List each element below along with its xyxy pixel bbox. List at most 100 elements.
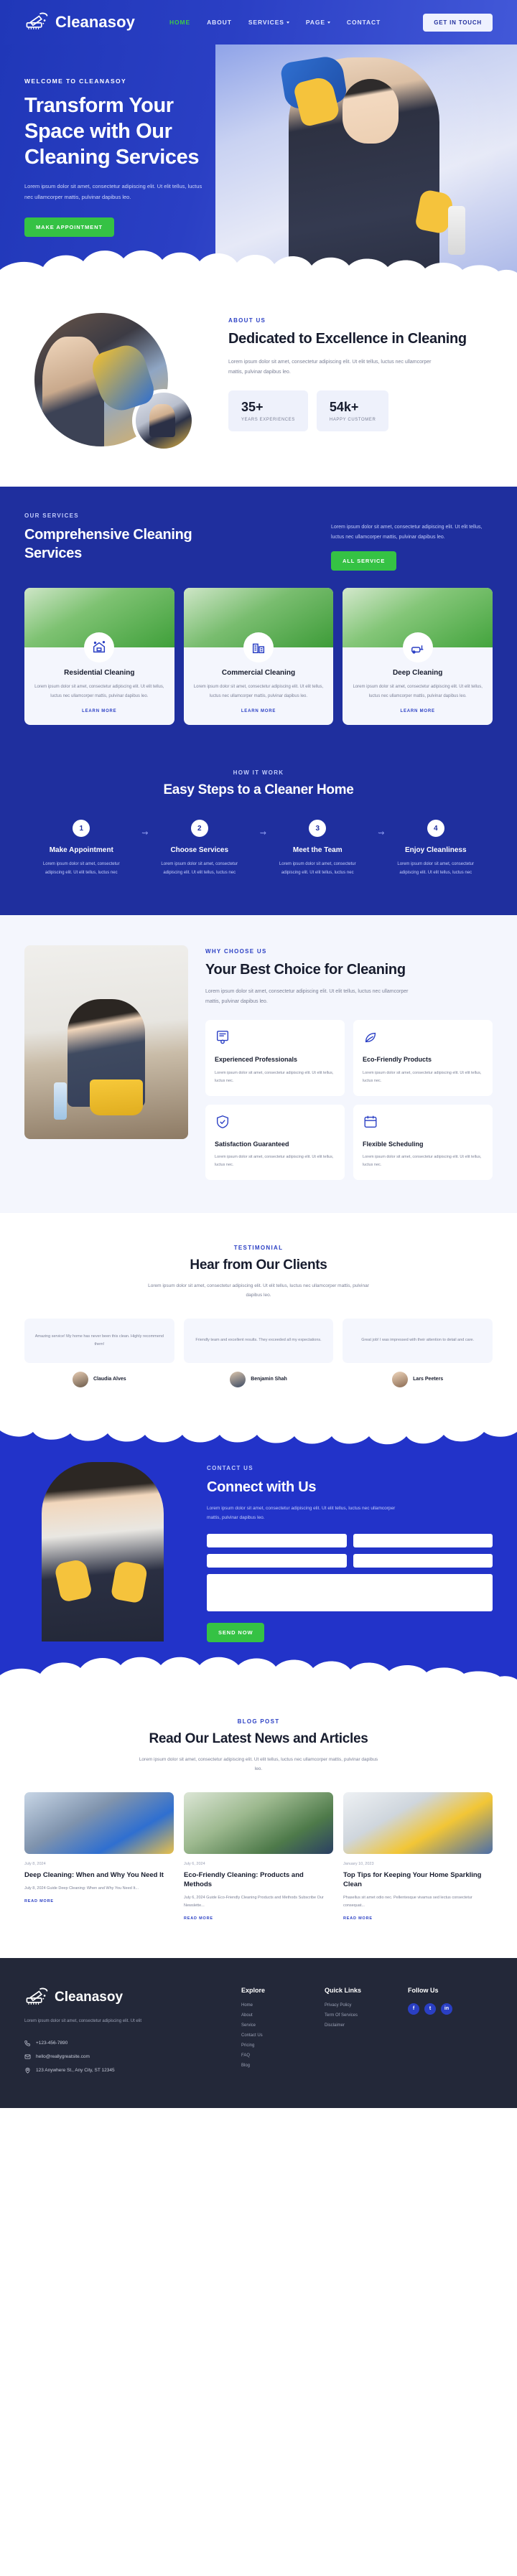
blog-post-title: Deep Cleaning: When and Why You Need It (24, 1870, 164, 1879)
nav-item-about[interactable]: ABOUT (207, 19, 232, 26)
services-title: Comprehensive Cleaning Services (24, 527, 192, 561)
testimonials-section: TESTIMONIAL Hear from Our Clients Lorem … (0, 1212, 517, 1423)
services-header: OUR SERVICES Comprehensive Cleaning Serv… (24, 512, 493, 571)
blog-post-link[interactable]: READ MORE (24, 1899, 174, 1903)
blog-post[interactable]: January 10, 2023 Top Tips for Keeping Yo… (343, 1792, 493, 1921)
footer-link-home[interactable]: Home (241, 2003, 303, 2008)
footer-email-text: hello@reallygreatsite.com (36, 2053, 90, 2059)
hero-face (343, 79, 399, 144)
contact-image (24, 1461, 188, 1641)
contact-title: Connect with Us (207, 1479, 317, 1495)
why-spray-bottle (54, 1082, 67, 1120)
about-images (24, 313, 204, 454)
linkedin-icon[interactable]: in (441, 2003, 452, 2015)
make-appointment-button[interactable]: MAKE APPOINTMENT (24, 217, 114, 237)
footer-link-pricing[interactable]: Pricing (241, 2043, 303, 2048)
stat-label: HAPPY CUSTOMER (329, 417, 376, 422)
nav-item-home[interactable]: HOME (169, 19, 190, 26)
nav-label: PAGE (305, 19, 325, 26)
footer-link-contact[interactable]: Contact Us (241, 2033, 303, 2038)
feature-card: Satisfaction Guaranteed Lorem ipsum dolo… (205, 1104, 345, 1180)
feature-card: Flexible Scheduling Lorem ipsum dolor si… (353, 1104, 493, 1180)
service-card-image (343, 588, 493, 663)
testimonial-name: Claudia Alves (93, 1377, 126, 1382)
footer-brand-name: Cleanasoy (55, 1989, 124, 2005)
brand-logo[interactable]: Cleanasoy (24, 11, 135, 33)
footer-logo[interactable]: Cleanasoy (24, 1987, 220, 2008)
footer-link-service[interactable]: Service (241, 2023, 303, 2028)
step-item: 4 Enjoy Cleanliness Lorem ipsum dolor si… (379, 820, 493, 877)
feature-text: Lorem ipsum dolor sit amet, consectetur … (363, 1154, 482, 1167)
testimonial-quote: Friendly team and excellent results. The… (183, 1318, 334, 1363)
blog-post-text: July 6, 2024 Guide Eco-Friendly Cleaning… (184, 1895, 324, 1908)
facebook-icon[interactable]: f (408, 2003, 419, 2015)
footer-email[interactable]: hello@reallygreatsite.com (24, 2053, 220, 2060)
phone-field[interactable] (207, 1553, 347, 1568)
why-bucket (90, 1079, 144, 1116)
avatar (73, 1371, 88, 1387)
subject-field[interactable] (353, 1553, 493, 1568)
testimonial-meta: Claudia Alves (24, 1371, 174, 1387)
blog-post-text: Phasellus sit amet odio nec. Pellentesqu… (343, 1895, 472, 1908)
certificate-icon (216, 1031, 229, 1044)
blog-post[interactable]: July 6, 2024 Eco-Friendly Cleaning: Prod… (184, 1792, 333, 1921)
blog-post-link[interactable]: READ MORE (343, 1916, 493, 1921)
message-field[interactable] (207, 1573, 493, 1611)
send-now-button[interactable]: SEND NOW (207, 1622, 265, 1642)
vacuum-icon (402, 632, 433, 663)
blog-post-image (24, 1792, 174, 1854)
contact-form: SEND NOW (207, 1533, 493, 1642)
stat-label: YEARS EXPERIENCES (241, 417, 295, 422)
footer-link-blog[interactable]: Blog (241, 2064, 303, 2068)
footer-link-faq[interactable]: FAQ (241, 2053, 303, 2058)
name-field[interactable] (207, 1533, 347, 1547)
testimonial-name: Lars Peeters (413, 1377, 444, 1382)
footer-link-disclaimer[interactable]: Disclaimer (325, 2023, 386, 2028)
footer-link-privacy[interactable]: Privacy Policy (325, 2003, 386, 2008)
feature-text: Lorem ipsum dolor sit amet, consectetur … (215, 1070, 334, 1083)
step-text: Lorem ipsum dolor sit amet, consectetur … (161, 862, 238, 876)
why-image (24, 945, 188, 1139)
service-card[interactable]: Deep Cleaning Lorem ipsum dolor sit amet… (343, 588, 493, 726)
get-in-touch-button[interactable]: GET IN TOUCH (423, 13, 493, 32)
blog-post[interactable]: July 8, 2024 Deep Cleaning: When and Why… (24, 1792, 174, 1921)
footer-description: Lorem ipsum dolor sit amet, consectetur … (24, 2018, 142, 2023)
phone-icon (24, 2041, 30, 2046)
step-title: Choose Services (170, 846, 229, 855)
service-card-link[interactable]: LEARN MORE (194, 709, 324, 713)
nav-item-services[interactable]: SERVICES (248, 19, 289, 26)
service-card-link[interactable]: LEARN MORE (34, 709, 164, 713)
blog-subtitle: Lorem ipsum dolor sit amet, consectetur … (139, 1756, 378, 1771)
blog-label: BLOG POST (237, 1718, 280, 1725)
brand-name: Cleanasoy (55, 13, 135, 31)
footer-phone[interactable]: +123-456-7890 (24, 2040, 220, 2046)
site-footer: Cleanasoy Lorem ipsum dolor sit amet, co… (0, 1957, 517, 2094)
location-pin-icon (25, 2067, 30, 2074)
service-card[interactable]: Commercial Cleaning Lorem ipsum dolor si… (183, 588, 334, 726)
service-card-image (24, 588, 174, 663)
stat-number: 35+ (241, 399, 264, 414)
cloud-divider-bottom-icon (0, 1657, 517, 1684)
nav-item-contact[interactable]: CONTACT (347, 19, 381, 26)
all-service-button[interactable]: ALL SERVICE (331, 551, 397, 571)
service-card[interactable]: Residential Cleaning Lorem ipsum dolor s… (24, 588, 174, 726)
service-card-link[interactable]: LEARN MORE (353, 709, 483, 713)
feature-title: Flexible Scheduling (363, 1140, 424, 1148)
twitter-icon[interactable]: t (424, 2003, 436, 2015)
services-section: OUR SERVICES Comprehensive Cleaning Serv… (0, 487, 517, 757)
services-label: OUR SERVICES (24, 512, 79, 519)
blog-post-image (343, 1792, 493, 1854)
blog-post-link[interactable]: READ MORE (184, 1916, 333, 1921)
footer-address-text: 123 Anywhere St., Any City, ST 12345 (36, 2067, 115, 2073)
footer-link-about[interactable]: About (241, 2013, 303, 2018)
testimonial-meta: Lars Peeters (343, 1371, 493, 1387)
contact-text: Lorem ipsum dolor sit amet, consectetur … (207, 1505, 396, 1520)
nav-item-page[interactable]: PAGE (306, 19, 330, 26)
feature-title: Experienced Professionals (215, 1056, 298, 1064)
service-card-title: Residential Cleaning (64, 669, 135, 678)
nav-label: SERVICES (248, 19, 284, 26)
building-glyph (252, 643, 265, 654)
footer-link-terms[interactable]: Term Of Services (325, 2013, 386, 2018)
feature-title: Eco-Friendly Products (363, 1056, 432, 1064)
email-field[interactable] (353, 1533, 493, 1547)
